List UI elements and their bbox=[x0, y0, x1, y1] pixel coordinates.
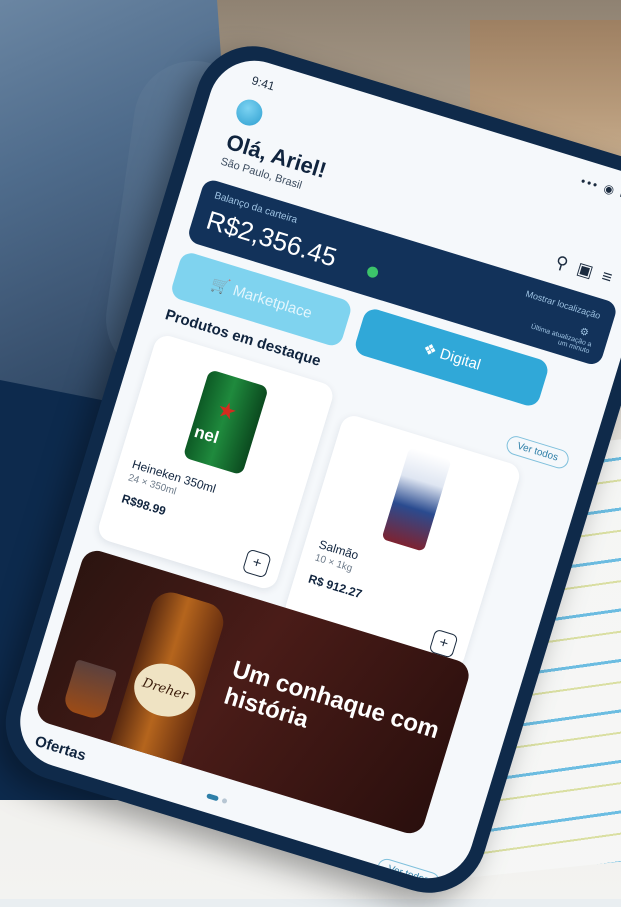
bottle-label: Dreher bbox=[127, 656, 203, 725]
carousel-dot-active[interactable] bbox=[206, 793, 220, 802]
carousel-dots bbox=[203, 785, 232, 810]
offers-section-title: Ofertas bbox=[32, 732, 88, 765]
marketplace-label: Marketplace bbox=[230, 282, 314, 323]
wallet-status-dot bbox=[365, 265, 380, 279]
digital-label: Digital bbox=[437, 345, 483, 374]
beer-can-image: ★ nel bbox=[182, 369, 269, 476]
product-card[interactable]: ★ nel Heineken 350ml 24 × 350ml R$98.99 … bbox=[95, 332, 336, 592]
cart-icon: 🛒 bbox=[208, 275, 232, 298]
product-price: R$98.99 bbox=[119, 491, 168, 519]
can-brand-text: nel bbox=[192, 422, 222, 448]
avatar[interactable] bbox=[233, 96, 266, 129]
menu-icon[interactable]: ≡ bbox=[599, 266, 621, 290]
status-icons: ••• ◉ ▬ bbox=[579, 173, 621, 204]
carousel-dot[interactable] bbox=[221, 797, 228, 805]
glass-image bbox=[61, 659, 118, 722]
header-icons: ⚲▣≡ bbox=[553, 252, 621, 291]
bottle-image: Dreher bbox=[107, 587, 229, 772]
add-to-cart-button[interactable]: + bbox=[241, 548, 272, 579]
product-price: R$ 912.27 bbox=[306, 571, 364, 602]
status-time: 9:41 bbox=[249, 73, 277, 94]
show-location-link[interactable]: Mostrar localização bbox=[525, 289, 602, 321]
banner-headline: Um conhaque com história bbox=[220, 655, 443, 745]
star-icon: ★ bbox=[214, 395, 241, 426]
salmon-package-image bbox=[381, 447, 452, 552]
digital-icon: ❖ bbox=[420, 340, 439, 361]
